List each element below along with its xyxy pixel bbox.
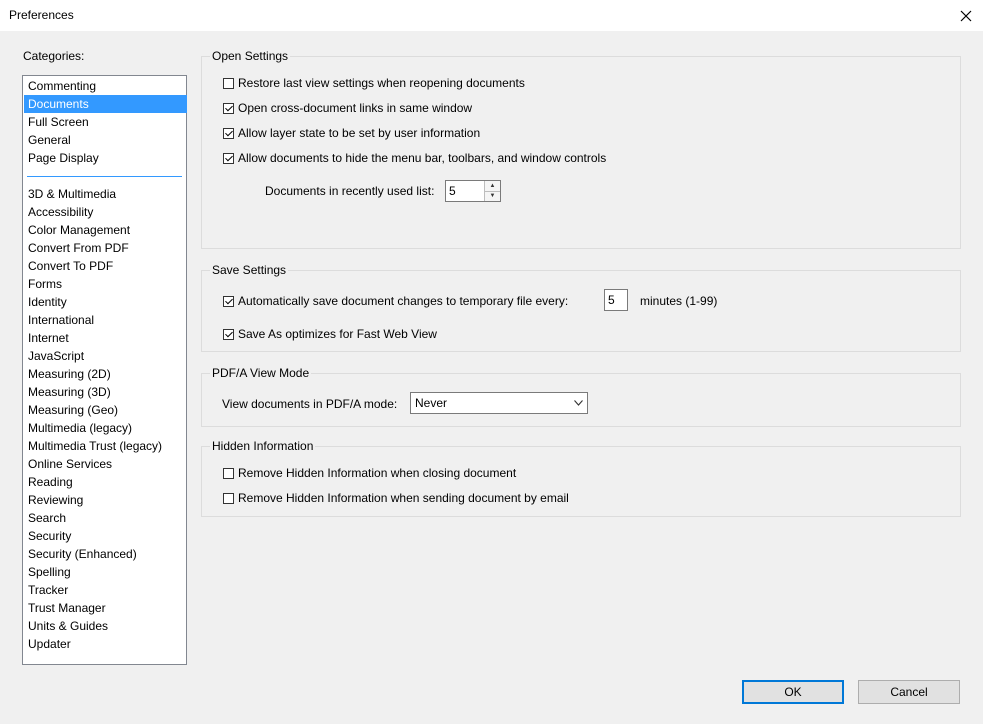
category-item[interactable]: Identity [24,293,187,311]
layer-state-row[interactable]: Allow layer state to be set by user info… [223,126,480,140]
remove-on-close-row[interactable]: Remove Hidden Information when closing d… [223,466,516,480]
categories-divider [27,176,182,177]
category-item[interactable]: Trust Manager [24,599,187,617]
fast-web-view-checkbox[interactable] [223,328,234,340]
remove-on-email-label: Remove Hidden Information when sending d… [238,491,569,505]
category-item[interactable]: Convert From PDF [24,239,187,257]
open-settings-group: Open Settings Restore last view settings… [201,49,961,249]
chevron-down-icon: ▼ [489,193,496,199]
layer-state-label: Allow layer state to be set by user info… [238,126,481,140]
category-item[interactable]: Page Display [24,149,187,167]
hide-menu-bar-row[interactable]: Allow documents to hide the menu bar, to… [223,151,606,165]
close-icon [960,10,972,21]
category-item[interactable]: Forms [24,275,187,293]
category-item[interactable]: Security (Enhanced) [24,545,187,563]
close-button[interactable] [949,0,983,31]
category-item[interactable]: Security [24,527,187,545]
auto-save-label: Automatically save document changes to t… [238,294,569,308]
auto-save-row[interactable]: Automatically save document changes to t… [223,294,568,308]
cancel-button[interactable]: Cancel [858,680,960,704]
category-item[interactable]: Measuring (2D) [24,365,187,383]
category-item[interactable]: International [24,311,187,329]
recent-list-value: 5 [449,184,456,198]
stepper-down-button[interactable]: ▼ [485,191,500,201]
category-item[interactable]: Tracker [24,581,187,599]
restore-last-view-checkbox[interactable] [223,77,234,89]
category-item[interactable]: Reading [24,473,187,491]
pdfa-view-mode-title: PDF/A View Mode [210,366,312,380]
category-item[interactable]: Search [24,509,187,527]
category-item[interactable]: 3D & Multimedia [24,185,187,203]
fast-web-view-row[interactable]: Save As optimizes for Fast Web View [223,327,437,341]
category-item[interactable]: Online Services [24,455,187,473]
category-item[interactable]: Multimedia Trust (legacy) [24,437,187,455]
category-item[interactable]: Updater [24,635,187,653]
restore-last-view-label: Restore last view settings when reopenin… [238,76,525,90]
hide-menu-bar-checkbox[interactable] [223,152,234,164]
category-item[interactable]: Full Screen [24,113,187,131]
remove-on-close-label: Remove Hidden Information when closing d… [238,466,517,480]
remove-on-close-checkbox[interactable] [223,467,234,479]
category-item[interactable]: Spelling [24,563,187,581]
pdfa-mode-select[interactable]: Never [410,392,588,414]
recent-list-label: Documents in recently used list: [265,184,435,198]
category-item[interactable]: Units & Guides [24,617,187,635]
stepper-buttons: ▲ ▼ [484,181,500,201]
chevron-up-icon: ▲ [489,183,496,189]
category-item[interactable]: Commenting [24,77,187,95]
cross-doc-links-row[interactable]: Open cross-document links in same window [223,101,472,115]
category-item[interactable]: Convert To PDF [24,257,187,275]
remove-on-email-checkbox[interactable] [223,492,234,504]
category-item[interactable]: Documents [24,95,187,113]
hidden-info-group: Hidden Information Remove Hidden Informa… [201,439,961,517]
chevron-down-icon [569,393,587,413]
auto-save-minutes-suffix: minutes (1-99) [640,294,718,308]
save-settings-title: Save Settings [210,263,289,277]
save-settings-group: Save Settings Automatically save documen… [201,263,961,352]
restore-last-view-row[interactable]: Restore last view settings when reopenin… [223,76,525,90]
hide-menu-bar-label: Allow documents to hide the menu bar, to… [238,151,607,165]
category-item[interactable]: Reviewing [24,491,187,509]
categories-list[interactable]: Commenting Documents Full Screen General Pag… [22,75,187,665]
category-item[interactable]: Multimedia (legacy) [24,419,187,437]
auto-save-checkbox[interactable] [223,295,234,307]
category-item[interactable]: Measuring (3D) [24,383,187,401]
category-item[interactable]: JavaScript [24,347,187,365]
remove-on-email-row[interactable]: Remove Hidden Information when sending d… [223,491,569,505]
category-item[interactable]: General [24,131,187,149]
open-settings-title: Open Settings [210,49,291,63]
window-title: Preferences [9,8,74,22]
ok-button[interactable]: OK [742,680,844,704]
cross-doc-links-checkbox[interactable] [223,102,234,114]
category-item[interactable]: Accessibility [24,203,187,221]
layer-state-checkbox[interactable] [223,127,234,139]
pdfa-mode-label: View documents in PDF/A mode: [222,397,398,411]
fast-web-view-label: Save As optimizes for Fast Web View [238,327,437,341]
categories-label: Categories: [23,49,85,63]
recent-list-stepper[interactable]: 5 ▲ ▼ [445,180,501,202]
title-bar: Preferences [0,0,983,31]
pdfa-view-mode-group: PDF/A View Mode View documents in PDF/A … [201,366,961,427]
category-item[interactable]: Measuring (Geo) [24,401,187,419]
pdfa-mode-value: Never [415,396,448,410]
auto-save-minutes-input[interactable]: 5 [604,289,628,311]
category-item[interactable]: Internet [24,329,187,347]
cross-doc-links-label: Open cross-document links in same window [238,101,473,115]
hidden-info-title: Hidden Information [210,439,316,453]
category-item[interactable]: Color Management [24,221,187,239]
